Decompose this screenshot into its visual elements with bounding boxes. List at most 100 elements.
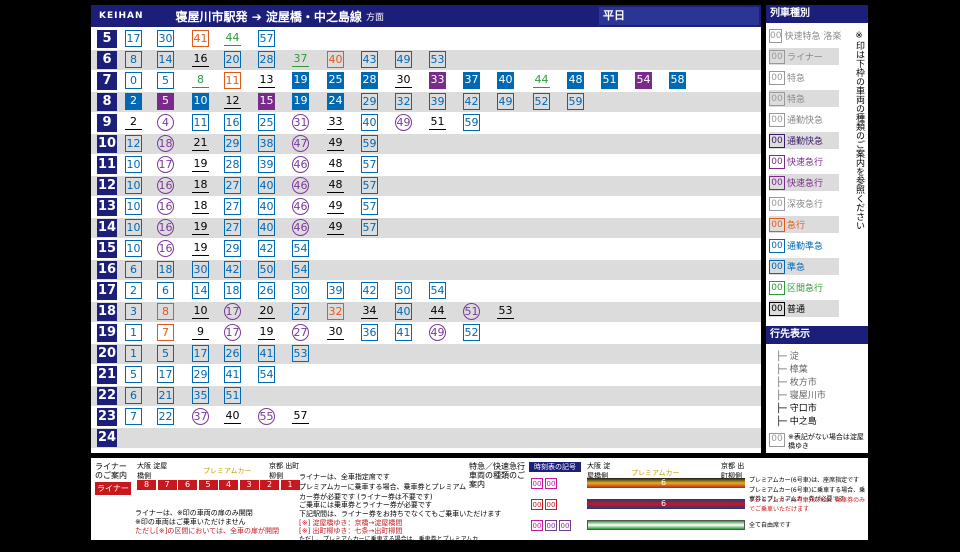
departure-minute: 19 (192, 240, 209, 257)
departure-minute: 38 (258, 135, 275, 152)
departure-minute: 40 (395, 303, 412, 320)
departure-minute: 12 (125, 135, 142, 152)
hour-row: 17 2 6 14 18 26 30 39 42 50 54 (91, 281, 761, 301)
page-title-suffix: 方面 (365, 12, 384, 23)
departure-minute: 54 (292, 240, 309, 257)
ltd-title: 特急／快速急行車両の種類のご案内 (469, 462, 525, 489)
departure-minute: 39 (429, 93, 446, 110)
departure-minute: 54 (635, 72, 652, 89)
departure-minute: 26 (224, 345, 241, 362)
departure-minute: 57 (361, 156, 378, 173)
departure-minute: 10 (125, 156, 142, 173)
departure-minute: 30 (192, 261, 209, 278)
departure-minute: 51 (429, 114, 446, 131)
departure-minute: 21 (192, 135, 209, 152)
departure-minute: 37 (292, 51, 309, 68)
legend-mark: 00 (769, 91, 785, 106)
departure-minute: 44 (429, 303, 446, 320)
page-title: 寝屋川市駅発 ➔ 淀屋橋・中之島線 (175, 9, 362, 24)
legend-label: 快速急行 (787, 179, 824, 189)
hour-label: 5 (97, 30, 117, 48)
departure-minute: 18 (157, 261, 174, 278)
departure-minute: 16 (157, 240, 174, 257)
destination-item: ├─ 枚方市 (776, 378, 817, 388)
departure-minute: 19 (192, 156, 209, 173)
departure-minute: 40 (258, 177, 275, 194)
departure-minute: 46 (292, 156, 309, 173)
departure-minute: 58 (669, 72, 686, 89)
legend-label: 特急 (787, 74, 806, 84)
departure-minute: 49 (395, 51, 412, 68)
legend-item: 00 特急 (769, 69, 839, 86)
legend-mark: 00 (769, 154, 785, 169)
departure-minute: 33 (327, 114, 344, 131)
departure-minute: 27 (224, 198, 241, 215)
legend-item: 00 通勤準急 (769, 237, 839, 254)
hour-label: 19 (97, 324, 117, 342)
dest-note-mark: 00 (769, 433, 785, 447)
departure-minute: 33 (429, 72, 446, 89)
departure-minute: 50 (395, 282, 412, 299)
liner-car: 6 (178, 480, 197, 490)
departure-minute: 5 (157, 93, 174, 110)
hour-label: 20 (97, 345, 117, 363)
hour-row: 12 10 16 18 27 40 46 48 57 (91, 176, 761, 196)
legend-item: 00 ライナー (769, 48, 839, 65)
departure-minute: 31 (292, 114, 309, 131)
destination-item: ├─ 中之島 (776, 417, 817, 427)
legend-label: 急行 (787, 221, 806, 231)
departure-minute: 16 (157, 198, 174, 215)
liner-note1: ライナーは、全車指定席です (299, 473, 390, 481)
departure-minute: 42 (258, 240, 275, 257)
hour-row: 15 10 16 19 29 42 54 (91, 239, 761, 259)
departure-minute: 29 (224, 135, 241, 152)
departure-minute: 2 (125, 114, 142, 131)
departure-minute: 4 (157, 114, 174, 131)
ltd-train-general (587, 520, 745, 530)
departure-minute: 28 (258, 51, 275, 68)
departure-minute: 16 (224, 114, 241, 131)
destination-title: 行先表示 (766, 326, 868, 344)
destination-item: ├─ 樟葉 (776, 365, 808, 375)
legend-mark: 00 (769, 28, 783, 43)
departure-minute: 8 (192, 72, 209, 89)
departure-minute: 51 (224, 387, 241, 404)
departure-minute: 55 (258, 408, 275, 425)
departure-minute: 52 (533, 93, 550, 110)
departure-minute: 5 (157, 345, 174, 362)
departure-minute: 14 (157, 51, 174, 68)
departure-minute: 25 (327, 72, 344, 89)
bottom-info-panel: ライナーのご案内 ライナー 大阪 淀屋橋側 プレミアムカー 京都 出町柳側 87… (91, 458, 868, 552)
departure-minute: 10 (125, 177, 142, 194)
legend-mark: 00 (769, 112, 785, 127)
legend-note: ※印は下枠の車両の種類のご案内を参照ください (854, 31, 864, 230)
ltd-note1: プレミアムカー(6号車)は、座席指定です (749, 477, 860, 484)
symbol-mark-4: 00 (545, 499, 557, 510)
legend-label: 快速特急 洛楽 (784, 32, 842, 42)
departure-minute: 35 (192, 387, 209, 404)
legend-mark: 00 (769, 301, 785, 316)
liner-foot3: ただし[※]の区間においては、全車の扉が開閉 (135, 527, 279, 535)
hour-label: 15 (97, 240, 117, 258)
departure-minute: 17 (224, 303, 241, 320)
legend-item: 00 区間急行 (769, 279, 839, 296)
departure-minute: 48 (327, 156, 344, 173)
liner-note7: ただし、プレミアムカーに乗車する場合は、乗車券とプレミアムカー券が必要です (299, 536, 479, 552)
hour-label: 7 (97, 72, 117, 90)
departure-minute: 57 (258, 30, 275, 47)
departure-minute: 52 (463, 324, 480, 341)
departure-minute: 7 (125, 408, 142, 425)
legend-title: 列車種別 (766, 5, 868, 23)
departure-minute: 0 (125, 72, 142, 89)
departure-minute: 19 (192, 219, 209, 236)
departure-minute: 1 (125, 324, 142, 341)
ltd-note4: 全て自由席です (749, 522, 792, 529)
departure-minute: 29 (192, 366, 209, 383)
departure-minute: 19 (292, 72, 309, 89)
departure-minute: 8 (125, 51, 142, 68)
departure-minute: 10 (125, 240, 142, 257)
symbol-mark-3: 00 (531, 499, 543, 510)
departure-minute: 2 (125, 93, 142, 110)
liner-note2: プレミアムカーに乗車する場合、乗車券とプレミアムカー券が必要です (ライナー券は… (299, 483, 467, 501)
liner-car: 3 (239, 480, 259, 490)
